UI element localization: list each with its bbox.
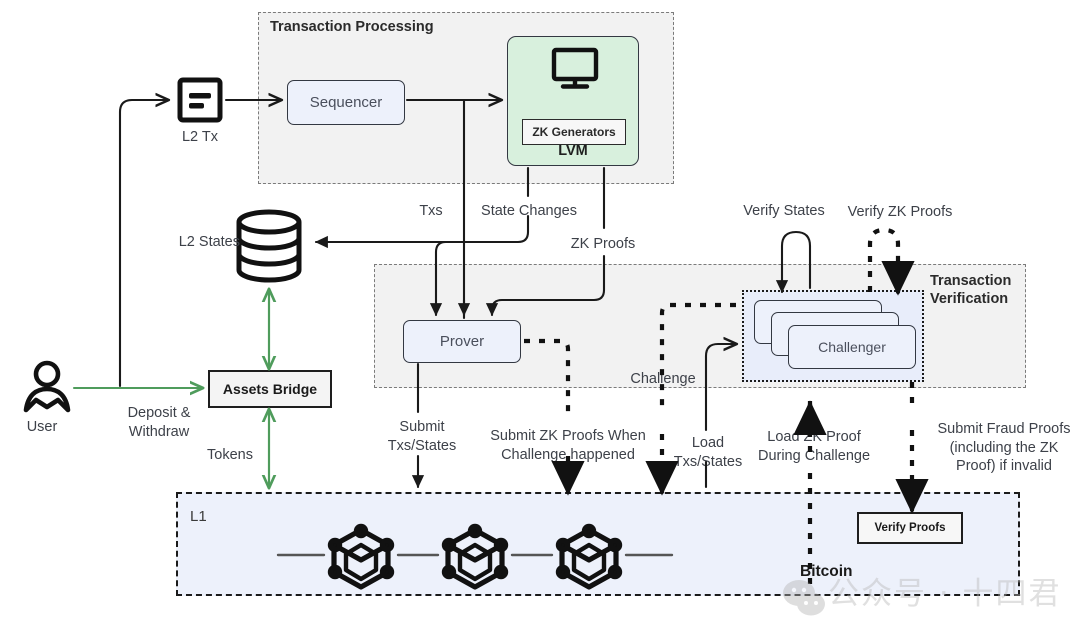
- label-user: User: [26, 419, 58, 435]
- zk-generators-box[interactable]: ZK Generators: [522, 119, 626, 145]
- node-assets-bridge[interactable]: Assets Bridge: [208, 370, 332, 408]
- diagram-canvas: Transaction Processing Transaction Verif…: [0, 0, 1080, 631]
- document-icon: [177, 77, 223, 123]
- label-load-zk-proof: Load ZK Proof During Challenge: [757, 429, 871, 464]
- l1-label: L1: [190, 508, 207, 525]
- node-verify-proofs-label: Verify Proofs: [874, 522, 946, 534]
- database-icon: [236, 209, 302, 283]
- label-load-txs-states: Load Txs/States: [673, 435, 743, 470]
- label-l2-tx: L2 Tx: [181, 129, 218, 145]
- node-sequencer[interactable]: Sequencer: [287, 80, 405, 125]
- label-l2-states: L2 States: [178, 234, 240, 250]
- node-prover[interactable]: Prover: [403, 320, 521, 363]
- label-zk-proofs: ZK Proofs: [570, 236, 636, 252]
- label-submit-txs-states: Submit Txs/States: [387, 419, 457, 454]
- label-verify-zk-proofs: Verify ZK Proofs: [847, 204, 953, 220]
- monitor-icon: [551, 47, 599, 89]
- node-assets-bridge-label: Assets Bridge: [222, 381, 318, 397]
- label-txs: Txs: [419, 203, 443, 219]
- challenger-group: Challenger: [742, 290, 924, 382]
- group-transaction-verification-title: Transaction Verification: [930, 273, 1012, 307]
- label-deposit-withdraw: Deposit & Withdraw: [127, 405, 191, 440]
- label-challenge: Challenge: [630, 371, 696, 387]
- label-verify-states: Verify States: [743, 203, 825, 219]
- l1-chain-blocks: [276, 523, 674, 590]
- label-tokens: Tokens: [207, 447, 253, 463]
- user-icon: [23, 360, 71, 413]
- label-state-changes: State Changes: [481, 203, 577, 219]
- challenger-card-front[interactable]: Challenger: [788, 325, 916, 369]
- node-verify-proofs[interactable]: Verify Proofs: [857, 512, 963, 544]
- node-sequencer-label: Sequencer: [309, 94, 383, 111]
- bitcoin-label: Bitcoin: [800, 563, 853, 580]
- node-lvm[interactable]: ZK Generators LVM: [507, 36, 639, 166]
- label-submit-zk-proofs: Submit ZK Proofs When Challenge happened: [490, 428, 646, 463]
- node-prover-label: Prover: [439, 333, 485, 350]
- node-challenger-label: Challenger: [818, 339, 886, 355]
- label-submit-fraud-proofs: Submit Fraud Proofs (including the ZK Pr…: [937, 421, 1071, 475]
- node-lvm-label: LVM: [558, 143, 588, 159]
- group-transaction-processing-title: Transaction Processing: [270, 19, 434, 35]
- zk-generators-label: ZK Generators: [532, 125, 616, 139]
